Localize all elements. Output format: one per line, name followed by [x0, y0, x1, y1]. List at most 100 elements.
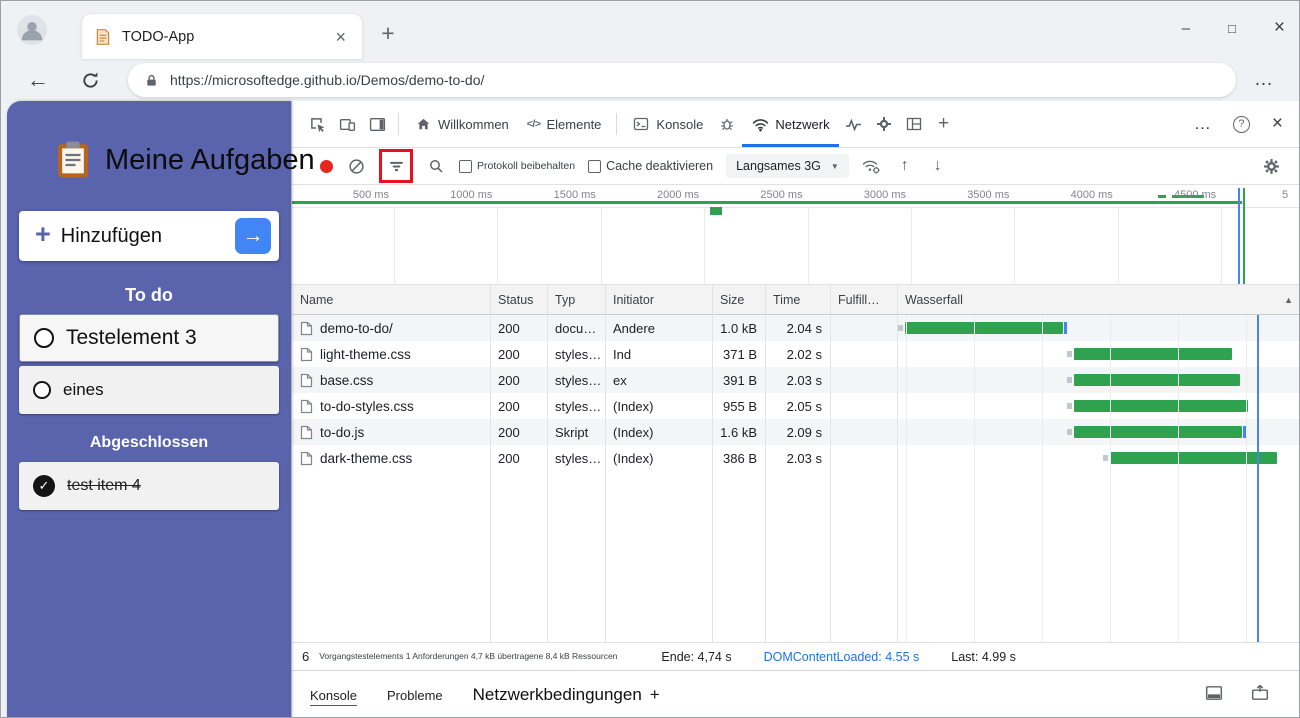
column-header[interactable]: Initiator: [605, 285, 712, 314]
more-tabs-button[interactable]: +: [929, 109, 959, 139]
address-bar[interactable]: https://microsoftedge.github.io/Demos/de…: [128, 63, 1236, 97]
table-row[interactable]: light-theme.css200styles…Ind371 B2.02 s: [292, 341, 1299, 367]
checked-circle-icon[interactable]: ✓: [33, 475, 55, 497]
unchecked-circle-icon[interactable]: [33, 381, 51, 399]
waterfall-cell: [897, 393, 1299, 419]
drawer-tab-probleme[interactable]: Probleme: [387, 688, 443, 703]
table-row[interactable]: to-do.js200Skript(Index)1.6 kB2.09 s: [292, 419, 1299, 445]
settings-gear-icon[interactable]: [1261, 156, 1281, 176]
column-separator[interactable]: [897, 285, 898, 642]
filter-icon[interactable]: [386, 156, 406, 176]
preserve-log-checkbox[interactable]: [459, 160, 472, 173]
browser-menu-icon[interactable]: …: [1254, 69, 1273, 91]
close-window-icon[interactable]: ×: [1274, 17, 1285, 39]
column-header[interactable]: Fulfill…: [830, 285, 897, 314]
cell-name: demo-to-do/: [292, 315, 490, 341]
waterfall-bar[interactable]: [1074, 348, 1232, 360]
url-text[interactable]: https://microsoftedge.github.io/Demos/de…: [170, 72, 484, 88]
column-header-label: Typ: [555, 293, 575, 307]
tab-netzwerk[interactable]: Netzwerk: [742, 101, 838, 147]
waterfall-bar[interactable]: [1074, 400, 1248, 412]
column-separator[interactable]: [830, 285, 831, 642]
timeline-gridline: [808, 207, 809, 284]
device-toolbar-icon[interactable]: [332, 109, 362, 139]
record-icon[interactable]: [320, 160, 333, 173]
waterfall-cell: [897, 341, 1299, 367]
devtools-menu-icon[interactable]: …: [1194, 114, 1211, 134]
devtools-controls: … ? ×: [1194, 113, 1299, 135]
todo-item[interactable]: eines: [19, 366, 279, 414]
tab-willkommen[interactable]: Willkommen: [405, 101, 518, 147]
column-header[interactable]: Time: [765, 285, 830, 314]
column-header[interactable]: Name: [292, 285, 490, 314]
tab-konsole[interactable]: Konsole: [623, 101, 712, 147]
waterfall-bar[interactable]: [1074, 374, 1240, 386]
performance-icon[interactable]: [839, 109, 869, 139]
plus-icon[interactable]: +: [650, 685, 660, 705]
back-icon[interactable]: ←: [27, 69, 49, 91]
column-separator[interactable]: [765, 285, 766, 642]
preserve-log-toggle[interactable]: Protokoll beibehalten: [459, 160, 575, 173]
browser-tab[interactable]: TODO-App ×: [81, 13, 363, 59]
column-separator[interactable]: [490, 285, 491, 642]
disable-cache-toggle[interactable]: Cache deaktivieren: [588, 159, 713, 173]
cell-time: 2.03 s: [765, 445, 830, 471]
table-row[interactable]: to-do-styles.css200styles…(Index)955 B2.…: [292, 393, 1299, 419]
inspect-icon[interactable]: [302, 109, 332, 139]
column-header[interactable]: Size: [712, 285, 765, 314]
timeline-gridline: [1014, 207, 1015, 284]
table-row[interactable]: base.css200styles…ex391 B2.03 s: [292, 367, 1299, 393]
help-icon[interactable]: ?: [1233, 116, 1250, 133]
column-separator[interactable]: [712, 285, 713, 642]
throttling-value: Langsames 3G: [736, 159, 821, 173]
wifi-icon: [751, 115, 769, 133]
cell-type: styles…: [547, 341, 605, 367]
minimize-icon[interactable]: –: [1182, 20, 1190, 37]
network-table: NameStatus Typ InitiatorSizeTimeFulfill…Wa…: [292, 285, 1299, 642]
unchecked-circle-icon[interactable]: [34, 328, 54, 348]
maximize-icon[interactable]: □: [1228, 21, 1236, 36]
waterfall-bar[interactable]: [1074, 426, 1242, 438]
table-row[interactable]: demo-to-do/200docu…Andere1.0 kB2.04 s: [292, 315, 1299, 341]
new-tab-button[interactable]: +: [373, 20, 403, 47]
table-row[interactable]: dark-theme.css200styles…(Index)386 B2.03…: [292, 445, 1299, 471]
tab-elemente[interactable]: </> Elemente: [518, 101, 611, 147]
timeline-overview[interactable]: 500 ms1000 ms1500 ms2000 ms2500 ms3000 m…: [292, 185, 1299, 285]
throttling-dropdown[interactable]: Langsames 3G ▼: [726, 154, 849, 178]
export-har-icon[interactable]: ↓: [928, 157, 948, 175]
column-header[interactable]: Wasserfall▲: [897, 285, 1299, 314]
tab-title: TODO-App: [122, 29, 331, 45]
waterfall-bar[interactable]: [1110, 452, 1277, 464]
submit-task-button[interactable]: →: [235, 218, 271, 254]
cell-type: styles…: [547, 445, 605, 471]
search-icon[interactable]: [426, 156, 446, 176]
done-item[interactable]: ✓ test item 4: [19, 462, 279, 510]
disable-cache-checkbox[interactable]: [588, 160, 601, 173]
column-separator[interactable]: [605, 285, 606, 642]
column-header[interactable]: Typ: [547, 285, 605, 314]
network-conditions-icon[interactable]: [862, 156, 882, 176]
dock-panel-icon[interactable]: [362, 109, 392, 139]
close-devtools-icon[interactable]: ×: [1272, 113, 1283, 135]
disable-cache-label: Cache deaktivieren: [606, 159, 713, 173]
column-separator[interactable]: [547, 285, 548, 642]
drawer-tab-netzwerkbedingungen[interactable]: Netzwerkbedingungen +: [473, 685, 660, 705]
import-har-icon[interactable]: ↑: [895, 157, 915, 175]
application-icon[interactable]: [869, 109, 899, 139]
waterfall-cell: [897, 419, 1299, 445]
debug-icon[interactable]: [712, 109, 742, 139]
profile-avatar[interactable]: [17, 15, 47, 45]
column-header[interactable]: Status: [490, 285, 547, 314]
add-task-row[interactable]: + Hinzufügen →: [19, 211, 279, 261]
window-controls: – □ ×: [1182, 17, 1285, 39]
waterfall-bar[interactable]: [905, 322, 1063, 334]
layout-icon[interactable]: [899, 109, 929, 139]
refresh-icon[interactable]: [81, 71, 100, 90]
drawer-expand-icon[interactable]: [1251, 684, 1269, 707]
code-icon: </>: [527, 118, 541, 130]
tab-close-icon[interactable]: ×: [331, 28, 350, 46]
clear-icon[interactable]: [346, 156, 366, 176]
todo-item[interactable]: Testelement 3: [19, 314, 279, 362]
drawer-dock-icon[interactable]: [1205, 684, 1223, 707]
drawer-tab-konsole[interactable]: Konsole: [310, 688, 357, 703]
